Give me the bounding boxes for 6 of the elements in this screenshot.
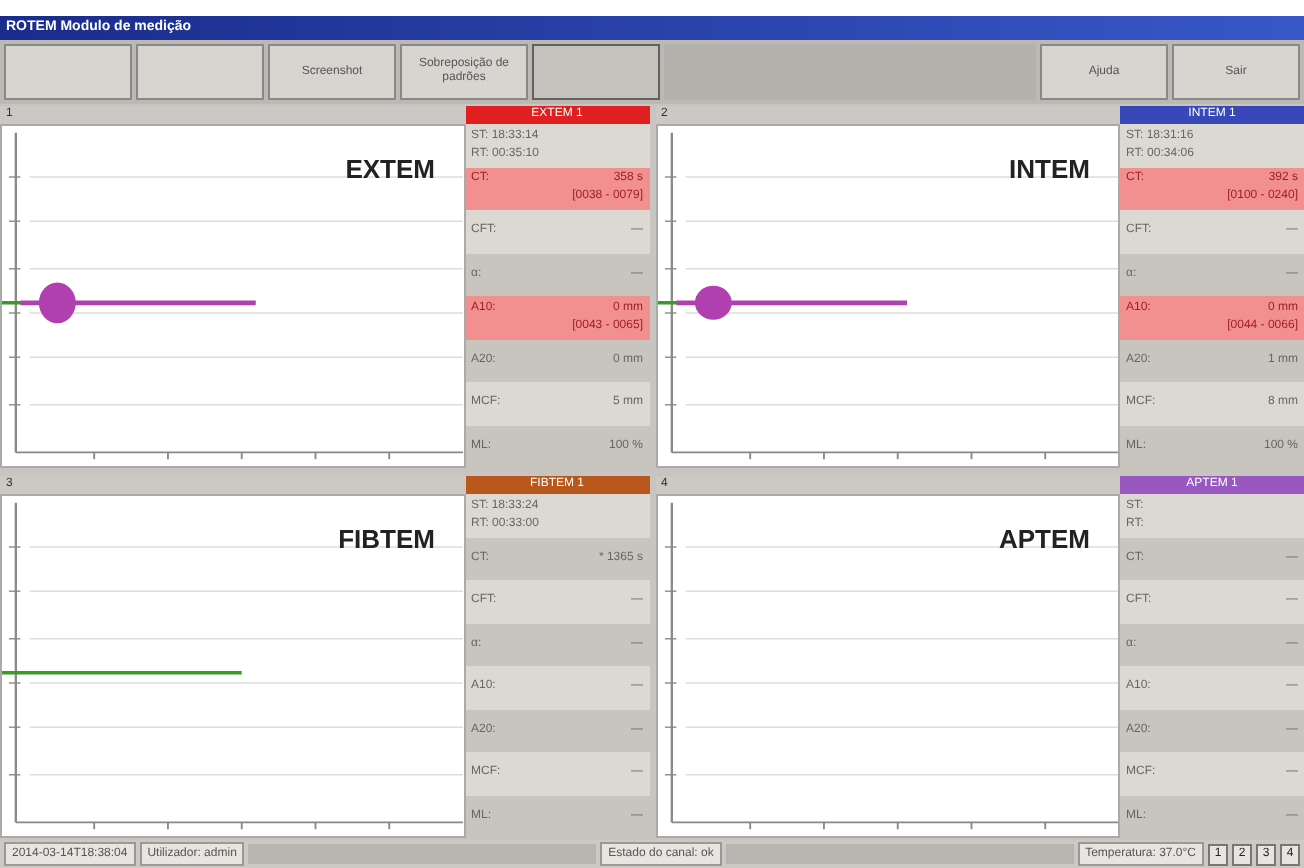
assay-name: FIBTEM <box>338 522 435 558</box>
toolbar-button[interactable] <box>4 44 132 100</box>
toolbar-button[interactable] <box>136 44 264 100</box>
assay-name: APTEM <box>999 522 1090 558</box>
assay-name: INTEM <box>1009 152 1090 188</box>
assay-name: EXTEM <box>345 152 435 188</box>
